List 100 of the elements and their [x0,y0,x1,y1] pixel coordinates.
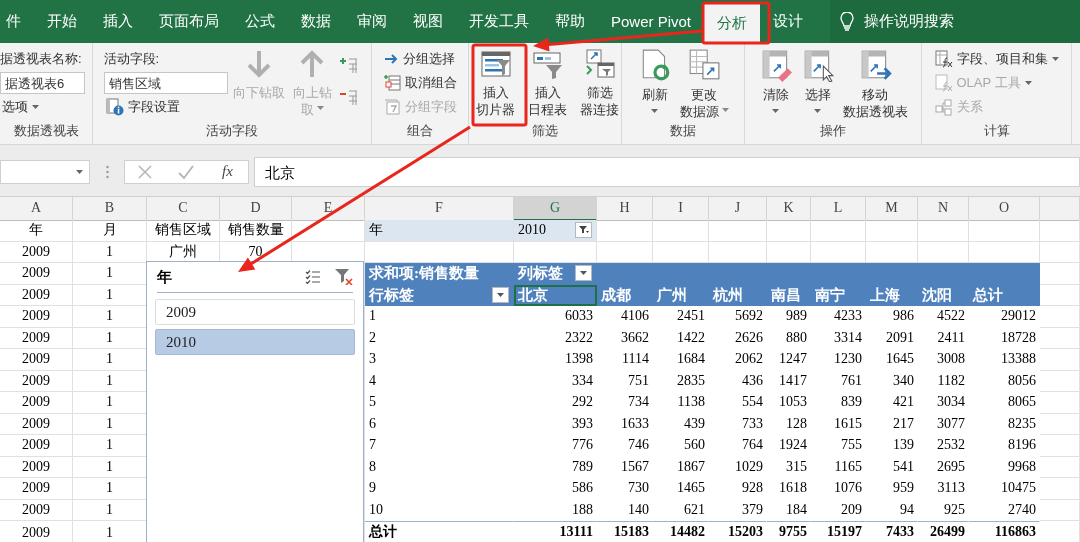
table-cell [1040,220,1080,242]
multi-select-icon[interactable] [305,270,321,284]
table-cell-text: 1398 [564,350,594,369]
table-cell [1040,284,1080,306]
group-field-icon [383,98,401,116]
table-cell-text: 421 [892,393,915,412]
column-header[interactable]: K [767,197,811,221]
table-cell: 2009 [0,456,73,478]
column-header[interactable]: D [220,197,292,221]
column-header[interactable]: N [918,197,969,221]
cell-text: 列标签 [518,264,563,284]
table-cell: 上海 [866,284,918,306]
splitter-handle-icon[interactable] [106,164,109,179]
table-cell-text: 8196 [1007,436,1037,455]
formula-icon [934,74,953,92]
menu-tab[interactable]: 帮助 [542,0,598,43]
ribbon-button[interactable]: 分组选择 [381,48,459,70]
table-cell-text: 379 [741,500,764,519]
table-cell-text: 5 [368,393,377,412]
menu-tab[interactable]: 视图 [400,0,456,43]
clear-filter-icon[interactable] [335,269,353,285]
table-cell: 杭州 [709,284,767,306]
table-cell-text: 2532 [936,436,966,455]
check-icon[interactable] [178,164,195,179]
data-source-icon [687,48,721,82]
menu-tab[interactable]: 公式 [232,0,288,43]
slicer-item[interactable]: 2009 [155,299,355,325]
relationship-icon [934,98,953,116]
column-header[interactable]: L [811,197,866,221]
ribbon-button[interactable]: 字段设置 [103,96,228,118]
table-cell: 13111 [514,521,597,542]
table-cell-text: 959 [892,479,915,498]
menu-tab[interactable]: Power Pivot [598,0,705,43]
menu-tab[interactable]: 开发工具 [456,0,542,43]
table-cell [1040,241,1080,263]
ribbon-button[interactable]: 取消组合 [381,72,459,94]
table-cell-text: 1247 [778,350,808,369]
table-cell-text: 139 [892,436,915,455]
menu-tab[interactable]: 数据 [288,0,344,43]
formula-field[interactable]: 北京 [254,156,1080,187]
column-header[interactable]: O [969,197,1040,221]
table-cell-text: 730 [627,479,650,498]
cancel-icon[interactable] [138,164,152,179]
table-cell-text: 1924 [778,436,808,455]
menu-tab[interactable]: 审阅 [344,0,400,43]
table-cell-text: 10475 [1000,479,1037,498]
column-header[interactable]: C [147,197,220,221]
ribbon-button[interactable]: 筛选 器连接 [577,46,622,120]
ribbon-button[interactable]: 选项 [0,96,85,118]
column-header[interactable]: H [597,197,653,221]
column-header[interactable]: J [709,197,767,221]
table-cell-text: 928 [741,479,764,498]
ribbon-button[interactable]: 插入 日程表 [525,46,570,120]
table-cell-text: 560 [683,436,706,455]
ribbon-button[interactable]: 字段、项目和集 [932,48,1061,70]
ribbon-button[interactable]: 更改 数据源 [676,46,732,122]
table-cell-text: 8065 [1007,393,1037,412]
lightbulb-icon [840,11,855,32]
table-cell: 南昌 [767,284,811,306]
ribbon-button[interactable]: 刷新 [634,46,675,115]
menu-tab[interactable]: 件 [0,0,34,43]
menu-tab[interactable]: 设计 [760,0,817,43]
column-header[interactable] [1040,197,1080,221]
table-cell: 2009 [0,392,73,414]
column-header[interactable]: I [653,197,709,221]
ribbon-button[interactable]: 移动 数据透视表 [839,46,911,122]
table-cell-text: 128 [785,414,808,433]
column-header[interactable]: A [0,197,73,221]
table-cell-text: 217 [892,414,915,433]
slicer-item[interactable]: 2010 [155,329,355,355]
table-cell: 年 [365,220,514,242]
ribbon-button[interactable]: 清除 [755,46,796,115]
column-header[interactable]: B [73,197,147,221]
table-cell: 26499 [918,521,969,542]
table-cell: 1 [73,241,147,263]
dropdown-button[interactable] [575,265,592,282]
formula-icon [934,50,953,68]
group-label: 筛选 [531,122,559,140]
table-cell-text: 1867 [676,457,706,476]
table-cell-text: 3034 [936,393,966,412]
table-cell-text: 1422 [676,328,706,347]
table-cell-text: 1567 [620,457,650,476]
ribbon-button[interactable]: 插入 切片器 [473,46,518,120]
filter-button[interactable] [575,222,592,239]
table-cell-text: 4522 [936,307,966,326]
table-cell [1040,306,1080,328]
table-cell: 15203 [709,521,767,542]
table-cell-text: 2740 [1007,500,1037,519]
menu-tab[interactable]: 开始 [34,0,90,43]
table-cell [1040,263,1080,285]
input-field[interactable]: 销售区域 [103,72,228,94]
dropdown-button[interactable] [492,286,509,303]
column-header[interactable]: G [514,197,597,221]
ribbon-button[interactable]: 选择 [797,46,838,115]
menu-tab[interactable]: 插入 [90,0,146,43]
input-field[interactable]: 据透视表6 [0,72,85,94]
search-prompt[interactable]: 操作说明搜索 [864,12,955,31]
column-header[interactable]: M [866,197,918,221]
menu-tab[interactable]: 页面布局 [146,0,232,43]
insert-function-button[interactable]: fx [220,163,235,180]
